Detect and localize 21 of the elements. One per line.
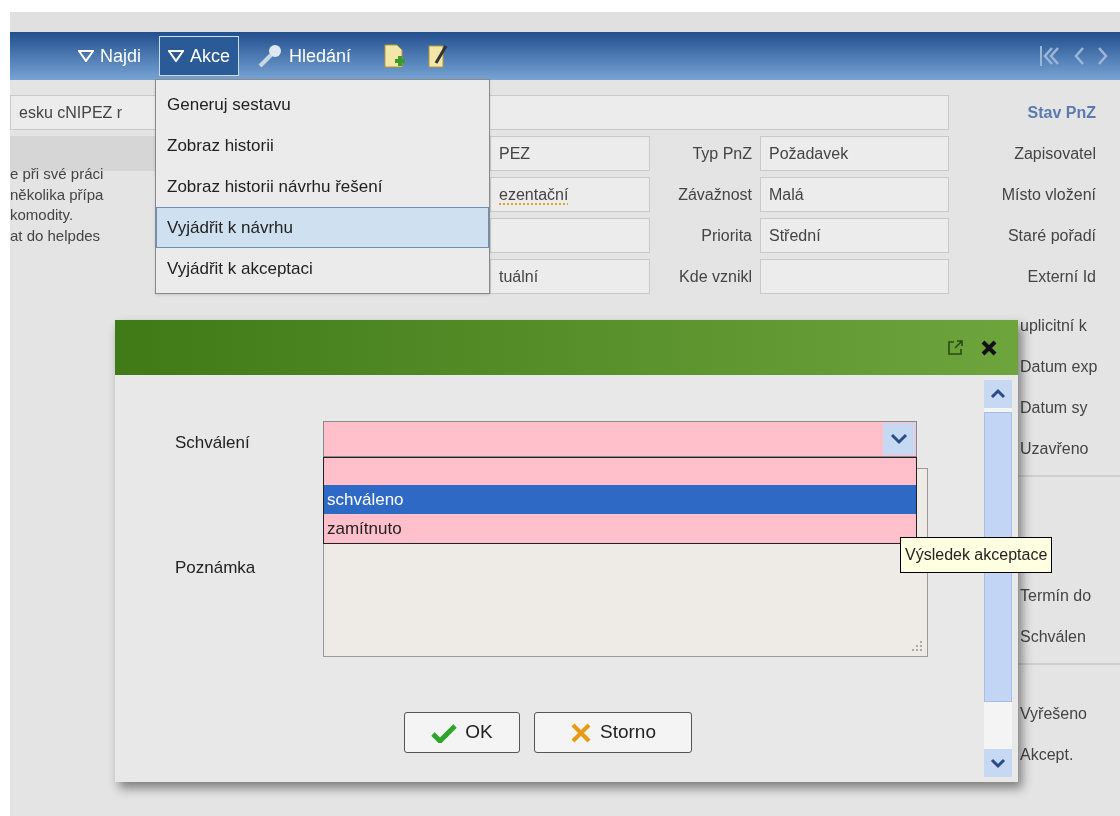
field-label: Místo vložení xyxy=(1000,184,1097,205)
field-label: Poznámka xyxy=(175,557,256,579)
field-label: Vyřešeno xyxy=(1019,703,1088,724)
field-label: Uzavřeno xyxy=(1019,438,1090,459)
field-label: uplicitní k xyxy=(1019,315,1088,336)
field-label: Zapisovatel xyxy=(1013,143,1097,164)
field-label: Závažnost xyxy=(677,184,753,205)
description-text: e při své práci několika přípa komodity. at do helpdes xyxy=(10,164,104,246)
field-label: Externí Id xyxy=(1026,266,1097,287)
field-label: Staré pořadí xyxy=(1006,225,1097,246)
field-label: Datum sy xyxy=(1019,397,1089,418)
tooltip: Výsledek akceptace xyxy=(900,537,1053,573)
field-label: Schválen xyxy=(1019,626,1087,647)
field-label: Schválení xyxy=(175,432,250,454)
field-label: Priorita xyxy=(700,225,753,246)
section-heading: Stav PnZ xyxy=(1026,102,1097,123)
field-label: Termín do xyxy=(1019,585,1093,606)
field-label: Typ PnZ xyxy=(691,143,753,164)
field-label: Kde vznikl xyxy=(678,266,753,287)
field-label: Akcept. xyxy=(1019,744,1075,765)
field-label: Datum exp xyxy=(1019,356,1099,377)
